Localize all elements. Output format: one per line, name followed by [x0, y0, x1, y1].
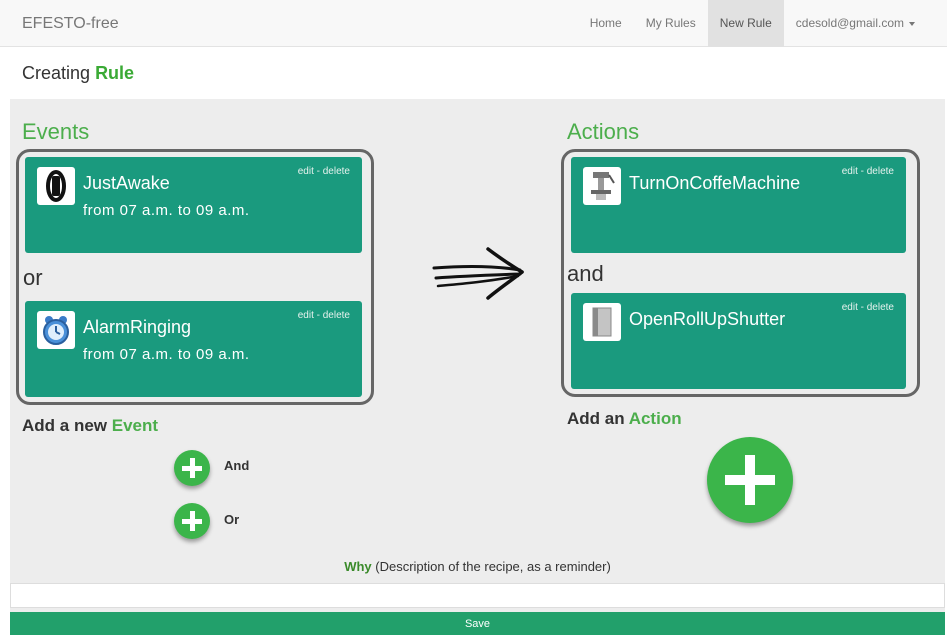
actions-title: Actions: [567, 119, 640, 144]
edit-delete-links[interactable]: edit - delete: [842, 302, 894, 313]
add-action-prefix: Add an: [567, 409, 625, 428]
actions-connector: and: [567, 261, 604, 286]
action-name: TurnOnCoffeMachine: [629, 173, 801, 193]
page-title: Creating Rule: [22, 63, 134, 84]
add-action-title: Add an Action: [567, 409, 682, 429]
action-name: OpenRollUpShutter: [629, 309, 786, 329]
events-title: Events: [22, 119, 90, 144]
user-email: cdesold@gmail.com: [795, 16, 904, 30]
fitness-band-icon: [37, 167, 75, 205]
why-description: (Description of the recipe, as a reminde…: [375, 559, 611, 574]
why-label: Why (Description of the recipe, as a rem…: [10, 559, 945, 574]
arrow-right-icon: [432, 247, 524, 300]
plus-icon: [745, 455, 755, 505]
add-action-highlight: Action: [628, 409, 682, 428]
or-label: Or: [224, 512, 240, 527]
brand-logo[interactable]: EFESTO-free: [22, 15, 119, 33]
add-event-prefix: Add a new: [22, 416, 108, 435]
nav-new-rule[interactable]: New Rule: [707, 0, 784, 47]
save-button[interactable]: Save: [10, 612, 945, 635]
event-card-justawake[interactable]: JustAwake from 07 a.m. to 09 a.m. edit -…: [25, 157, 362, 253]
caret-down-icon: [909, 21, 915, 26]
event-name: JustAwake: [83, 173, 170, 193]
coffee-machine-icon: [583, 167, 621, 205]
edit-delete-links[interactable]: edit - delete: [842, 166, 894, 177]
edit-delete-links[interactable]: edit - delete: [298, 166, 350, 177]
action-card-shutter[interactable]: OpenRollUpShutter edit - delete: [571, 293, 906, 389]
event-time: from 07 a.m. to 09 a.m.: [83, 202, 250, 219]
event-name: AlarmRinging: [83, 317, 192, 337]
add-event-title: Add a new Event: [22, 416, 158, 436]
roller-shutter-icon: [583, 303, 621, 341]
nav-home[interactable]: Home: [578, 0, 634, 47]
event-card-alarmringing[interactable]: AlarmRinging from 07 a.m. to 09 a.m. edi…: [25, 301, 362, 397]
events-connector: or: [23, 265, 43, 290]
rule-editor-panel: Events JustAwake from 07 a.m. to 09 a.m.…: [10, 99, 945, 635]
action-card-coffee[interactable]: TurnOnCoffeMachine edit - delete: [571, 157, 906, 253]
add-event-or-button[interactable]: [174, 503, 210, 539]
add-event-and-button[interactable]: [174, 450, 210, 486]
add-action-button[interactable]: [707, 437, 793, 523]
navbar: EFESTO-free Home My Rules New Rule cdeso…: [0, 0, 947, 47]
page-title-highlight: Rule: [95, 63, 135, 83]
nav-menu: Home My Rules New Rule cdesold@gmail.com: [578, 0, 927, 47]
why-description-input[interactable]: [10, 583, 945, 608]
plus-icon: [189, 511, 195, 531]
user-menu[interactable]: cdesold@gmail.com: [784, 0, 927, 47]
nav-my-rules[interactable]: My Rules: [634, 0, 708, 47]
and-label: And: [224, 458, 250, 473]
edit-delete-links[interactable]: edit - delete: [298, 310, 350, 321]
alarm-clock-icon: [37, 311, 75, 349]
page-title-prefix: Creating: [22, 63, 91, 83]
add-event-highlight: Event: [111, 416, 159, 435]
event-time: from 07 a.m. to 09 a.m.: [83, 346, 250, 363]
plus-icon: [189, 458, 195, 478]
why-keyword: Why: [344, 559, 372, 574]
